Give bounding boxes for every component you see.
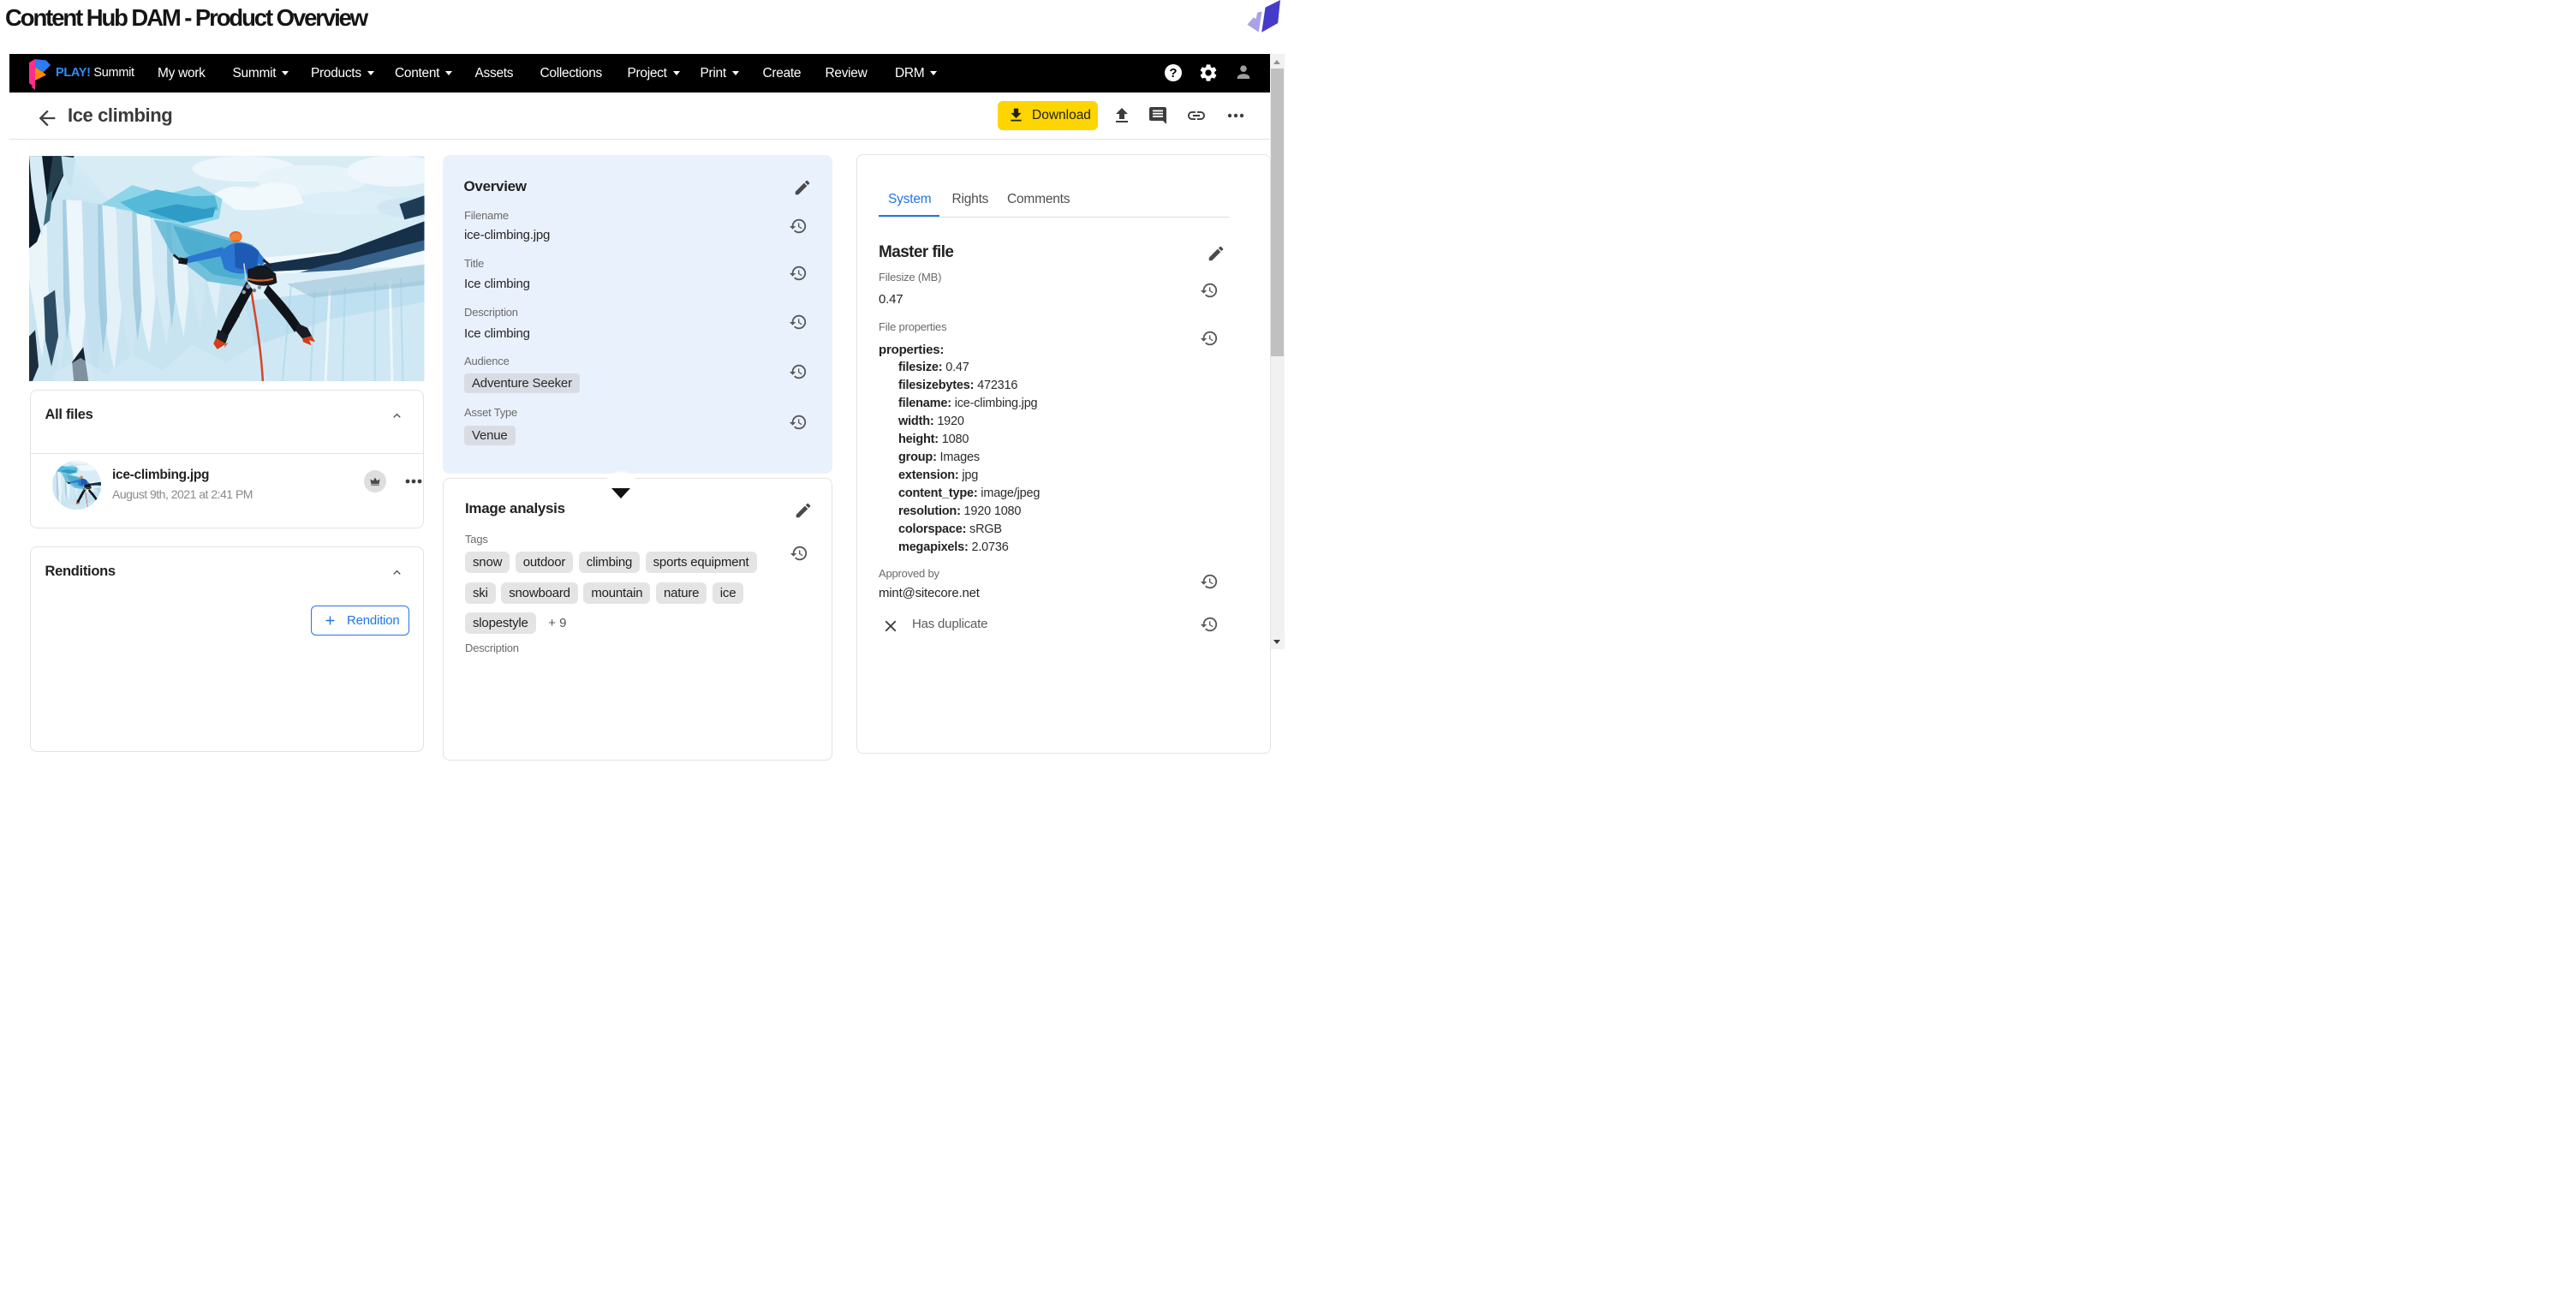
svg-text:?: ? bbox=[1169, 66, 1177, 81]
